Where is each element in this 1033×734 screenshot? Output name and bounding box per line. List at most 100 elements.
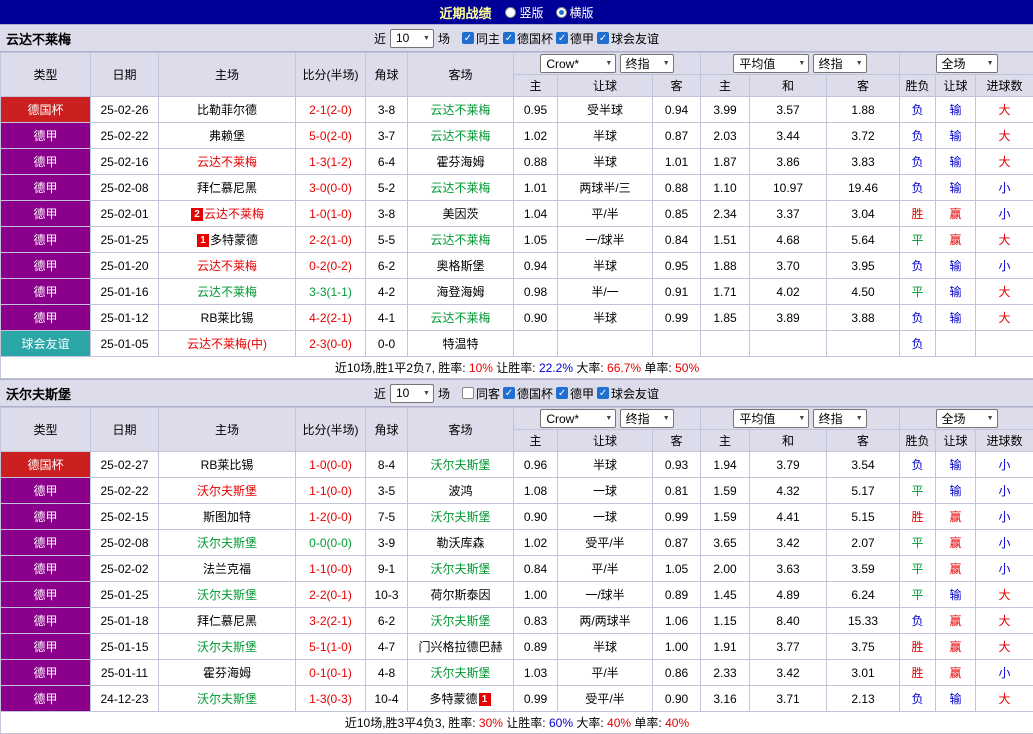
away-team-cell[interactable]: 云达不莱梅: [408, 227, 514, 253]
home-team-cell[interactable]: 云达不莱梅: [159, 279, 296, 305]
odds-source-select[interactable]: Crow* ▼: [540, 54, 616, 73]
match-score[interactable]: 2-2(0-1): [296, 582, 366, 608]
home-team-cell[interactable]: 斯图加特: [159, 504, 296, 530]
home-team-cell[interactable]: 拜仁慕尼黑: [159, 175, 296, 201]
home-team-cell[interactable]: RB莱比锡: [159, 305, 296, 331]
filter-checkbox[interactable]: ✓ 德国杯: [503, 30, 553, 47]
away-team-cell[interactable]: 勒沃库森: [408, 530, 514, 556]
checkbox-icon[interactable]: ✓: [503, 32, 515, 44]
layout-radios: 竖版 横版: [505, 4, 593, 21]
match-score[interactable]: 0-1(0-1): [296, 660, 366, 686]
europe-time-select[interactable]: 终指 ▼: [813, 54, 867, 73]
home-team-cell[interactable]: 云达不莱梅: [159, 253, 296, 279]
scope-select[interactable]: 全场 ▼: [936, 54, 998, 73]
away-team-cell[interactable]: 门兴格拉德巴赫: [408, 634, 514, 660]
europe-source-select[interactable]: 平均值 ▼: [733, 54, 809, 73]
home-team-cell[interactable]: 沃尔夫斯堡: [159, 686, 296, 712]
team-name: 云达不莱梅: [197, 285, 257, 299]
checkbox-icon[interactable]: ✓: [597, 387, 609, 399]
match-score[interactable]: 1-0(0-0): [296, 452, 366, 478]
match-score[interactable]: 1-1(0-0): [296, 478, 366, 504]
filter-checkbox[interactable]: ✓ 球会友谊: [597, 385, 659, 402]
match-score[interactable]: 3-3(1-1): [296, 279, 366, 305]
away-team-cell[interactable]: 沃尔夫斯堡: [408, 504, 514, 530]
home-team-cell[interactable]: RB莱比锡: [159, 452, 296, 478]
away-team-cell[interactable]: 沃尔夫斯堡: [408, 608, 514, 634]
away-team-cell[interactable]: 沃尔夫斯堡: [408, 452, 514, 478]
radio-icon[interactable]: [556, 7, 567, 18]
away-team-cell[interactable]: 云达不莱梅: [408, 97, 514, 123]
home-team-cell[interactable]: 比勒菲尔德: [159, 97, 296, 123]
match-score[interactable]: 3-0(0-0): [296, 175, 366, 201]
odds-time-select[interactable]: 终指 ▼: [620, 409, 674, 428]
corners-value: 4-7: [366, 634, 408, 660]
layout-radio[interactable]: 横版: [556, 4, 594, 21]
match-score[interactable]: 2-1(2-0): [296, 97, 366, 123]
europe-time-select[interactable]: 终指 ▼: [813, 409, 867, 428]
away-team-cell[interactable]: 特温特: [408, 331, 514, 357]
odds-time-select[interactable]: 终指 ▼: [620, 54, 674, 73]
filter-checkbox[interactable]: ✓ 德甲: [556, 385, 594, 402]
home-team-cell[interactable]: 沃尔夫斯堡: [159, 634, 296, 660]
match-score[interactable]: 0-0(0-0): [296, 530, 366, 556]
checkbox-icon[interactable]: ✓: [556, 32, 568, 44]
match-score[interactable]: 5-0(2-0): [296, 123, 366, 149]
match-score[interactable]: 4-2(2-1): [296, 305, 366, 331]
match-count-select[interactable]: 10 ▼: [390, 384, 434, 403]
match-score[interactable]: 1-1(0-0): [296, 556, 366, 582]
filter-checkbox[interactable]: ✓ 德国杯: [503, 385, 553, 402]
match-score[interactable]: 5-1(1-0): [296, 634, 366, 660]
away-team-cell[interactable]: 霍芬海姆: [408, 149, 514, 175]
home-team-cell[interactable]: 沃尔夫斯堡: [159, 582, 296, 608]
result-goals: 大: [976, 227, 1033, 253]
away-team-cell[interactable]: 沃尔夫斯堡: [408, 660, 514, 686]
match-score[interactable]: 2-2(1-0): [296, 227, 366, 253]
away-team-cell[interactable]: 云达不莱梅: [408, 305, 514, 331]
match-score[interactable]: 1-2(0-0): [296, 504, 366, 530]
scope-select[interactable]: 全场 ▼: [936, 409, 998, 428]
home-team-cell[interactable]: 云达不莱梅: [159, 149, 296, 175]
match-count-select[interactable]: 10 ▼: [390, 29, 434, 48]
away-team-cell[interactable]: 波鸿: [408, 478, 514, 504]
match-score[interactable]: 1-3(1-2): [296, 149, 366, 175]
filter-checkbox[interactable]: 同客: [462, 385, 500, 402]
match-score[interactable]: 1-3(0-3): [296, 686, 366, 712]
away-team-cell[interactable]: 云达不莱梅: [408, 123, 514, 149]
away-team-cell[interactable]: 荷尔斯泰因: [408, 582, 514, 608]
home-team-cell[interactable]: 2云达不莱梅: [159, 201, 296, 227]
home-team-cell[interactable]: 沃尔夫斯堡: [159, 478, 296, 504]
checkbox-icon[interactable]: ✓: [556, 387, 568, 399]
checkbox-icon[interactable]: ✓: [503, 387, 515, 399]
checkbox-icon[interactable]: [462, 387, 474, 399]
match-count-value: 10: [396, 386, 409, 400]
away-team-cell[interactable]: 云达不莱梅: [408, 175, 514, 201]
away-team-cell[interactable]: 海登海姆: [408, 279, 514, 305]
match-score[interactable]: 0-2(0-2): [296, 253, 366, 279]
home-team-cell[interactable]: 弗赖堡: [159, 123, 296, 149]
checkbox-icon[interactable]: ✓: [597, 32, 609, 44]
radio-icon[interactable]: [505, 7, 516, 18]
away-team-cell[interactable]: 奥格斯堡: [408, 253, 514, 279]
away-team-cell[interactable]: 多特蒙德1: [408, 686, 514, 712]
match-score[interactable]: 1-0(1-0): [296, 201, 366, 227]
home-team-cell[interactable]: 1多特蒙德: [159, 227, 296, 253]
col-corners: 角球: [366, 53, 408, 97]
home-team-cell[interactable]: 云达不莱梅(中): [159, 331, 296, 357]
home-team-cell[interactable]: 霍芬海姆: [159, 660, 296, 686]
filter-checkbox[interactable]: ✓ 同主: [462, 30, 500, 47]
filter-checkbox[interactable]: ✓ 球会友谊: [597, 30, 659, 47]
col-euro-home: 主: [701, 430, 750, 452]
home-team-cell[interactable]: 法兰克福: [159, 556, 296, 582]
away-team-cell[interactable]: 沃尔夫斯堡: [408, 556, 514, 582]
col-res-goals: 进球数: [976, 430, 1033, 452]
filter-checkbox[interactable]: ✓ 德甲: [556, 30, 594, 47]
match-score[interactable]: 3-2(2-1): [296, 608, 366, 634]
home-team-cell[interactable]: 沃尔夫斯堡: [159, 530, 296, 556]
match-score[interactable]: 2-3(0-0): [296, 331, 366, 357]
checkbox-icon[interactable]: ✓: [462, 32, 474, 44]
away-team-cell[interactable]: 美因茨: [408, 201, 514, 227]
layout-radio[interactable]: 竖版: [505, 4, 543, 21]
home-team-cell[interactable]: 拜仁慕尼黑: [159, 608, 296, 634]
europe-source-select[interactable]: 平均值 ▼: [733, 409, 809, 428]
odds-source-select[interactable]: Crow* ▼: [540, 409, 616, 428]
